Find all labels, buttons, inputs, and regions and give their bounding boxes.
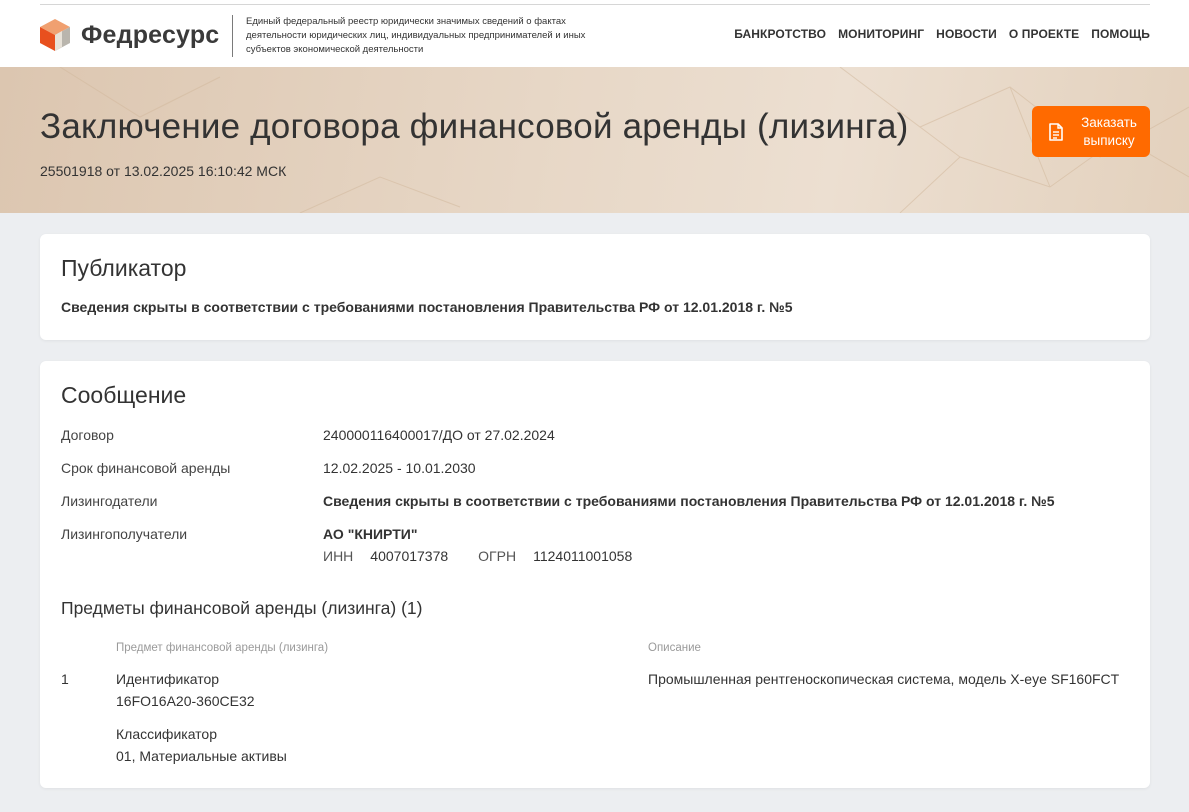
classifier-value: 01, Материальные активы bbox=[116, 748, 287, 764]
site-header: Федресурс Единый федеральный реестр юрид… bbox=[0, 0, 1189, 67]
publisher-hidden-text: Сведения скрыты в соответствии с требова… bbox=[61, 299, 793, 315]
lessee-name[interactable]: АО "КНИРТИ" bbox=[323, 526, 417, 542]
lessors-value: Сведения скрыты в соответствии с требова… bbox=[323, 493, 1055, 509]
nav-about[interactable]: О ПРОЕКТЕ bbox=[1009, 27, 1079, 41]
order-extract-label: Заказать выписку bbox=[1081, 114, 1137, 148]
col-header-description: Описание bbox=[648, 642, 701, 654]
nav-monitoring[interactable]: МОНИТОРИНГ bbox=[838, 27, 924, 41]
page-hero: Заключение договора финансовой аренды (л… bbox=[0, 67, 1189, 213]
contract-value: 240000116400017/ДО от 27.02.2024 bbox=[323, 427, 555, 443]
page-title: Заключение договора финансовой аренды (л… bbox=[40, 107, 909, 146]
nav-help[interactable]: ПОМОЩЬ bbox=[1091, 27, 1150, 41]
nav-news[interactable]: НОВОСТИ bbox=[936, 27, 997, 41]
lessees-label: Лизингополучатели bbox=[61, 526, 188, 542]
contract-label: Договор bbox=[61, 427, 114, 443]
order-extract-button[interactable]: Заказать выписку bbox=[1032, 106, 1150, 157]
lessors-label: Лизингодатели bbox=[61, 493, 158, 509]
row-number: 1 bbox=[61, 671, 69, 687]
lease-term-label: Срок финансовой аренды bbox=[61, 460, 231, 476]
inn-value: 4007017378 bbox=[370, 548, 449, 564]
ogrn-label: ОГРН bbox=[478, 548, 517, 564]
identifier-value: 16FO16A20-360CE32 bbox=[116, 693, 255, 709]
inn-label: ИНН bbox=[323, 548, 354, 564]
brand-name[interactable]: Федресурс bbox=[81, 21, 219, 50]
header-top-divider bbox=[40, 4, 1150, 5]
lease-term-value: 12.02.2025 - 10.01.2030 bbox=[323, 460, 476, 476]
nav-bankruptcy[interactable]: БАНКРОТСТВО bbox=[734, 27, 826, 41]
classifier-label: Классификатор bbox=[116, 726, 218, 742]
message-title: Сообщение bbox=[61, 382, 187, 408]
lessee-identifiers: ИНН 4007017378 ОГРН 1124011001058 bbox=[323, 548, 632, 564]
document-icon bbox=[1049, 122, 1063, 141]
brand-separator bbox=[232, 15, 233, 57]
publisher-card: Публикатор Сведения скрыты в соответстви… bbox=[40, 234, 1150, 340]
subject-description: Промышленная рентгеноскопическая система… bbox=[648, 671, 1120, 687]
message-card: Сообщение Договор 240000116400017/ДО от … bbox=[40, 361, 1150, 788]
ogrn-value: 1124011001058 bbox=[533, 548, 633, 564]
brand-tagline: Единый федеральный реестр юридически зна… bbox=[246, 16, 586, 55]
main-nav: БАНКРОТСТВО МОНИТОРИНГ НОВОСТИ О ПРОЕКТЕ… bbox=[734, 27, 1150, 41]
col-header-subject: Предмет финансовой аренды (лизинга) bbox=[116, 642, 329, 654]
publisher-title: Публикатор bbox=[61, 255, 187, 281]
message-number-date: 25501918 от 13.02.2025 16:10:42 МСК bbox=[40, 163, 287, 179]
lease-subjects-title: Предметы финансовой аренды (лизинга) (1) bbox=[61, 598, 423, 618]
identifier-label: Идентификатор bbox=[116, 671, 220, 687]
fedresurs-logo-icon[interactable] bbox=[40, 19, 70, 51]
